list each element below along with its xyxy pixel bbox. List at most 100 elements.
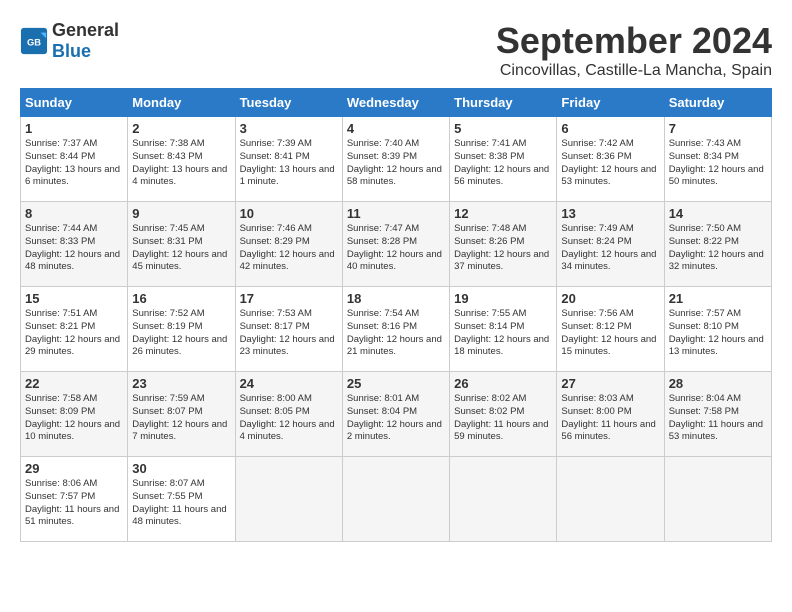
calendar-week-row: 29 Sunrise: 8:06 AMSunset: 7:57 PMDayligh… bbox=[21, 457, 772, 542]
cell-info: Sunrise: 8:04 AMSunset: 7:58 PMDaylight:… bbox=[669, 393, 763, 442]
logo: GB General Blue bbox=[20, 20, 119, 62]
svg-text:GB: GB bbox=[27, 38, 41, 48]
calendar-cell: 6 Sunrise: 7:42 AMSunset: 8:36 PMDaylight… bbox=[557, 117, 664, 202]
calendar-week-row: 22 Sunrise: 7:58 AMSunset: 8:09 PMDayligh… bbox=[21, 372, 772, 457]
day-number: 23 bbox=[132, 376, 230, 391]
month-title: September 2024 bbox=[496, 20, 772, 62]
calendar-cell: 28 Sunrise: 8:04 AMSunset: 7:58 PMDayligh… bbox=[664, 372, 771, 457]
day-number: 28 bbox=[669, 376, 767, 391]
day-number: 24 bbox=[240, 376, 338, 391]
day-number: 29 bbox=[25, 461, 123, 476]
cell-info: Sunrise: 7:41 AMSunset: 8:38 PMDaylight:… bbox=[454, 138, 549, 187]
header-day-tuesday: Tuesday bbox=[235, 89, 342, 117]
day-number: 22 bbox=[25, 376, 123, 391]
calendar-cell: 21 Sunrise: 7:57 AMSunset: 8:10 PMDayligh… bbox=[664, 287, 771, 372]
header-day-thursday: Thursday bbox=[450, 89, 557, 117]
header-day-saturday: Saturday bbox=[664, 89, 771, 117]
calendar-cell: 16Sunrise: 7:52 AMSunset: 8:19 PMDayligh… bbox=[128, 287, 235, 372]
cell-info: Sunrise: 8:03 AMSunset: 8:00 PMDaylight:… bbox=[561, 393, 655, 442]
calendar-cell: 25Sunrise: 8:01 AMSunset: 8:04 PMDayligh… bbox=[342, 372, 449, 457]
calendar-cell: 3 Sunrise: 7:39 AMSunset: 8:41 PMDaylight… bbox=[235, 117, 342, 202]
day-number: 18 bbox=[347, 291, 445, 306]
calendar-cell: 5 Sunrise: 7:41 AMSunset: 8:38 PMDaylight… bbox=[450, 117, 557, 202]
day-number: 25 bbox=[347, 376, 445, 391]
calendar-cell bbox=[664, 457, 771, 542]
calendar-week-row: 8Sunrise: 7:44 AMSunset: 8:33 PMDaylight… bbox=[21, 202, 772, 287]
day-number: 17 bbox=[240, 291, 338, 306]
calendar-cell bbox=[235, 457, 342, 542]
day-number: 7 bbox=[669, 121, 767, 136]
calendar-cell bbox=[450, 457, 557, 542]
day-number: 3 bbox=[240, 121, 338, 136]
cell-info: Sunrise: 7:50 AMSunset: 8:22 PMDaylight:… bbox=[669, 223, 764, 272]
cell-info: Sunrise: 7:45 AMSunset: 8:31 PMDaylight:… bbox=[132, 223, 227, 272]
calendar-cell: 7 Sunrise: 7:43 AMSunset: 8:34 PMDaylight… bbox=[664, 117, 771, 202]
calendar-cell: 1 Sunrise: 7:37 AMSunset: 8:44 PMDaylight… bbox=[21, 117, 128, 202]
day-number: 10 bbox=[240, 206, 338, 221]
location: Cincovillas, Castille-La Mancha, Spain bbox=[496, 62, 772, 80]
header-day-friday: Friday bbox=[557, 89, 664, 117]
calendar-cell: 10 Sunrise: 7:46 AMSunset: 8:29 PMDayligh… bbox=[235, 202, 342, 287]
cell-info: Sunrise: 7:43 AMSunset: 8:34 PMDaylight:… bbox=[669, 138, 764, 187]
cell-info: Sunrise: 7:40 AMSunset: 8:39 PMDaylight:… bbox=[347, 138, 442, 187]
cell-info: Sunrise: 7:57 AMSunset: 8:10 PMDaylight:… bbox=[669, 308, 764, 357]
day-number: 15 bbox=[25, 291, 123, 306]
calendar-cell: 29 Sunrise: 8:06 AMSunset: 7:57 PMDayligh… bbox=[21, 457, 128, 542]
day-number: 5 bbox=[454, 121, 552, 136]
cell-info: Sunrise: 8:06 AMSunset: 7:57 PMDaylight:… bbox=[25, 478, 119, 527]
cell-info: Sunrise: 7:53 AMSunset: 8:17 PMDaylight:… bbox=[240, 308, 335, 357]
cell-info: Sunrise: 7:47 AMSunset: 8:28 PMDaylight:… bbox=[347, 223, 442, 272]
day-number: 6 bbox=[561, 121, 659, 136]
cell-info: Sunrise: 7:54 AMSunset: 8:16 PMDaylight:… bbox=[347, 308, 442, 357]
cell-info: Sunrise: 7:44 AMSunset: 8:33 PMDaylight:… bbox=[25, 223, 120, 272]
cell-info: Sunrise: 7:51 AMSunset: 8:21 PMDaylight:… bbox=[25, 308, 120, 357]
calendar-cell: 14 Sunrise: 7:50 AMSunset: 8:22 PMDayligh… bbox=[664, 202, 771, 287]
cell-info: Sunrise: 7:39 AMSunset: 8:41 PMDaylight:… bbox=[240, 138, 335, 187]
cell-info: Sunrise: 7:52 AMSunset: 8:19 PMDaylight:… bbox=[132, 308, 227, 357]
cell-info: Sunrise: 7:42 AMSunset: 8:36 PMDaylight:… bbox=[561, 138, 656, 187]
day-number: 30 bbox=[132, 461, 230, 476]
day-number: 11 bbox=[347, 206, 445, 221]
day-number: 1 bbox=[25, 121, 123, 136]
calendar-cell bbox=[342, 457, 449, 542]
day-number: 26 bbox=[454, 376, 552, 391]
calendar-header-row: SundayMondayTuesdayWednesdayThursdayFrid… bbox=[21, 89, 772, 117]
cell-info: Sunrise: 7:38 AMSunset: 8:43 PMDaylight:… bbox=[132, 138, 227, 187]
calendar-week-row: 1 Sunrise: 7:37 AMSunset: 8:44 PMDaylight… bbox=[21, 117, 772, 202]
calendar-table: SundayMondayTuesdayWednesdayThursdayFrid… bbox=[20, 88, 772, 542]
header-day-monday: Monday bbox=[128, 89, 235, 117]
cell-info: Sunrise: 7:49 AMSunset: 8:24 PMDaylight:… bbox=[561, 223, 656, 272]
cell-info: Sunrise: 8:02 AMSunset: 8:02 PMDaylight:… bbox=[454, 393, 548, 442]
cell-info: Sunrise: 7:46 AMSunset: 8:29 PMDaylight:… bbox=[240, 223, 335, 272]
cell-info: Sunrise: 7:58 AMSunset: 8:09 PMDaylight:… bbox=[25, 393, 120, 442]
day-number: 2 bbox=[132, 121, 230, 136]
cell-info: Sunrise: 7:55 AMSunset: 8:14 PMDaylight:… bbox=[454, 308, 549, 357]
calendar-cell: 15 Sunrise: 7:51 AMSunset: 8:21 PMDayligh… bbox=[21, 287, 128, 372]
day-number: 14 bbox=[669, 206, 767, 221]
calendar-cell: 26 Sunrise: 8:02 AMSunset: 8:02 PMDayligh… bbox=[450, 372, 557, 457]
logo-general-text: General bbox=[52, 20, 119, 40]
day-number: 21 bbox=[669, 291, 767, 306]
title-block: September 2024 Cincovillas, Castille-La … bbox=[496, 20, 772, 80]
calendar-cell: 24 Sunrise: 8:00 AMSunset: 8:05 PMDayligh… bbox=[235, 372, 342, 457]
cell-info: Sunrise: 7:48 AMSunset: 8:26 PMDaylight:… bbox=[454, 223, 549, 272]
day-number: 27 bbox=[561, 376, 659, 391]
day-number: 19 bbox=[454, 291, 552, 306]
calendar-cell: 30 Sunrise: 8:07 AMSunset: 7:55 PMDayligh… bbox=[128, 457, 235, 542]
calendar-cell: 20Sunrise: 7:56 AMSunset: 8:12 PMDayligh… bbox=[557, 287, 664, 372]
day-number: 4 bbox=[347, 121, 445, 136]
cell-info: Sunrise: 7:59 AMSunset: 8:07 PMDaylight:… bbox=[132, 393, 227, 442]
header-day-wednesday: Wednesday bbox=[342, 89, 449, 117]
calendar-cell: 22 Sunrise: 7:58 AMSunset: 8:09 PMDayligh… bbox=[21, 372, 128, 457]
cell-info: Sunrise: 8:00 AMSunset: 8:05 PMDaylight:… bbox=[240, 393, 335, 442]
cell-info: Sunrise: 7:37 AMSunset: 8:44 PMDaylight:… bbox=[25, 138, 120, 187]
calendar-cell bbox=[557, 457, 664, 542]
calendar-cell: 19 Sunrise: 7:55 AMSunset: 8:14 PMDayligh… bbox=[450, 287, 557, 372]
calendar-cell: 4 Sunrise: 7:40 AMSunset: 8:39 PMDaylight… bbox=[342, 117, 449, 202]
calendar-cell: 2 Sunrise: 7:38 AMSunset: 8:43 PMDaylight… bbox=[128, 117, 235, 202]
calendar-cell: 12Sunrise: 7:48 AMSunset: 8:26 PMDayligh… bbox=[450, 202, 557, 287]
calendar-cell: 27 Sunrise: 8:03 AMSunset: 8:00 PMDayligh… bbox=[557, 372, 664, 457]
cell-info: Sunrise: 8:07 AMSunset: 7:55 PMDaylight:… bbox=[132, 478, 226, 527]
header-day-sunday: Sunday bbox=[21, 89, 128, 117]
day-number: 9 bbox=[132, 206, 230, 221]
